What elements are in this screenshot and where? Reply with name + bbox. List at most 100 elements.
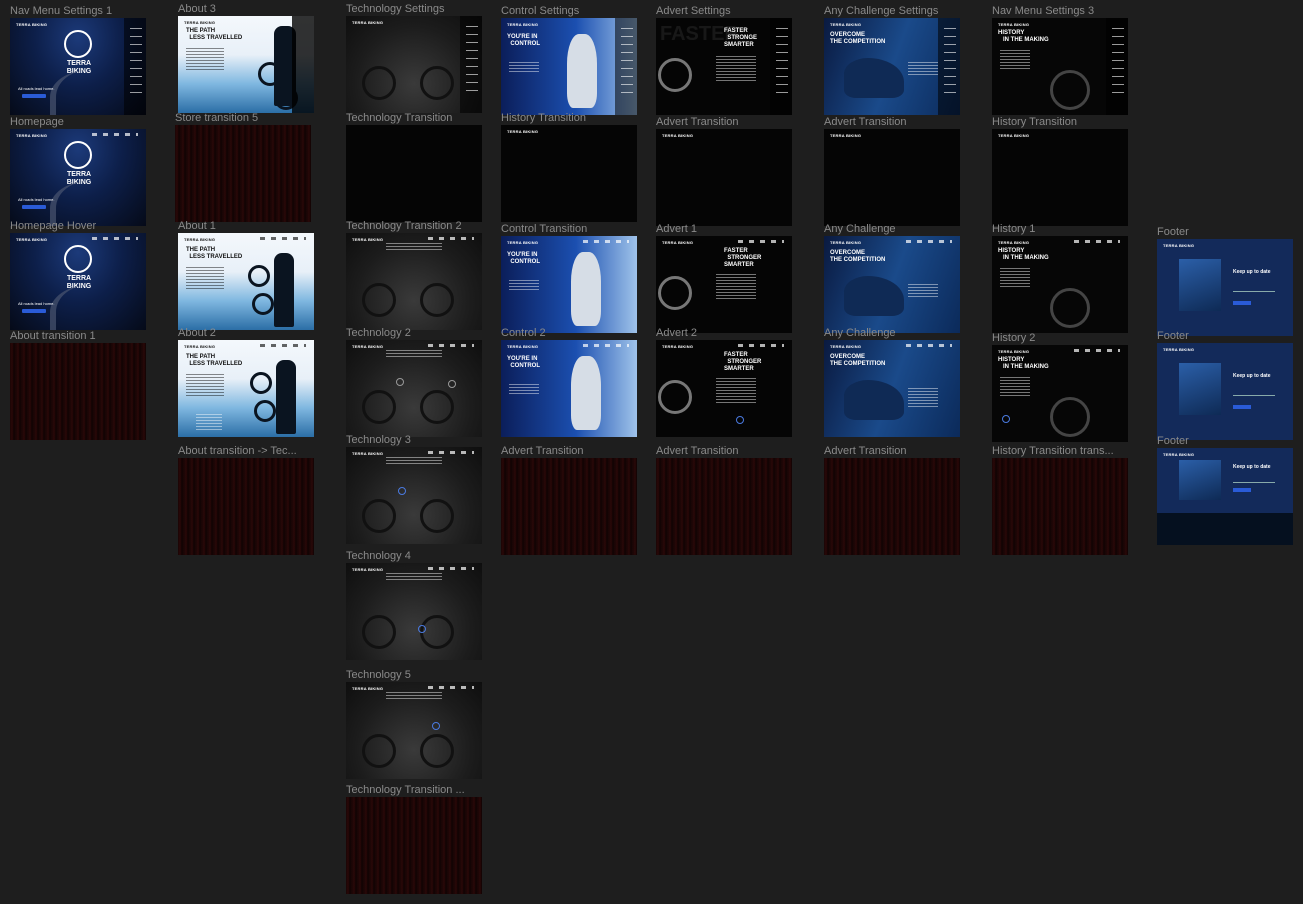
frame-advert-transition-b[interactable]: Advert Transition TERRA BIKING xyxy=(656,116,792,226)
frame-footer-3[interactable]: Footer TERRA BIKING Keep up to date xyxy=(1157,435,1293,545)
frame-thumbnail[interactable]: TERRA BIKING xyxy=(346,682,482,779)
frame-advert-transition-c[interactable]: Advert Transition xyxy=(656,445,792,555)
frame-technology-2[interactable]: Technology 2 TERRA BIKING xyxy=(346,327,482,437)
frame-thumbnail[interactable] xyxy=(346,797,482,894)
frame-label[interactable]: Homepage xyxy=(10,116,64,128)
frame-technology-transition[interactable]: Technology Transition xyxy=(346,112,482,222)
frame-label[interactable]: History 2 xyxy=(992,332,1035,344)
frame-footer-2[interactable]: Footer TERRA BIKING Keep up to date xyxy=(1157,330,1293,440)
frame-thumbnail[interactable]: TERRA BIKING THE PATH LESS TRAVELLED xyxy=(178,233,314,330)
frame-history-transition-2[interactable]: History Transition TERRA BIKING xyxy=(992,116,1128,226)
frame-thumbnail[interactable] xyxy=(656,458,792,555)
frame-about-transition-tec[interactable]: About transition -> Tec... xyxy=(178,445,314,555)
frame-thumbnail[interactable]: TERRA BIKING YOU'RE IN CONTROL xyxy=(501,340,637,437)
frame-label[interactable]: Footer xyxy=(1157,435,1189,447)
frame-thumbnail[interactable]: TERRA BIKING xyxy=(346,447,482,544)
frame-label[interactable]: Footer xyxy=(1157,226,1189,238)
frame-thumbnail[interactable]: TERRA BIKING YOU'RE IN CONTROL xyxy=(501,18,637,115)
frame-history-1[interactable]: History 1 TERRA BIKING HISTORY IN THE MA… xyxy=(992,223,1128,333)
frame-store-transition-5[interactable]: Store transition 5 xyxy=(175,112,311,222)
frame-label[interactable]: History Transition trans... xyxy=(992,445,1114,457)
frame-label[interactable]: Store transition 5 xyxy=(175,112,258,124)
frame-advert-2[interactable]: Advert 2 TERRA BIKING FASTER STRONGER SMA… xyxy=(656,327,792,437)
frame-thumbnail[interactable]: TERRA BIKING Keep up to date xyxy=(1157,239,1293,336)
frame-homepage[interactable]: Homepage TERRA BIKING TERRA BIKING All ro… xyxy=(10,116,146,226)
frame-label[interactable]: History Transition xyxy=(992,116,1077,128)
frame-about-1[interactable]: About 1 TERRA BIKING THE PATH LESS TRAVE… xyxy=(178,220,314,330)
frame-any-challenge-settings[interactable]: Any Challenge Settings TERRA BIKING OVER… xyxy=(824,5,960,115)
frame-thumbnail[interactable]: TERRA BIKING THE PATH LESS TRAVELLED xyxy=(178,16,314,113)
frame-thumbnail[interactable]: TERRA BIKING HISTORY IN THE MAKING xyxy=(992,345,1128,442)
frame-thumbnail[interactable]: TERRA BIKING FASTER STRONGER SMARTER xyxy=(656,340,792,437)
frame-label[interactable]: About 2 xyxy=(178,327,216,339)
frame-thumbnail[interactable] xyxy=(992,458,1128,555)
frame-label[interactable]: Advert Transition xyxy=(824,116,907,128)
frame-control-2[interactable]: Control 2 TERRA BIKING YOU'RE IN CONTROL xyxy=(501,327,637,437)
frame-technology-3[interactable]: Technology 3 TERRA BIKING xyxy=(346,434,482,544)
frame-homepage-hover[interactable]: Homepage Hover TERRA BIKING TERRA BIKING … xyxy=(10,220,146,330)
frame-label[interactable]: Control Settings xyxy=(501,5,579,17)
frame-thumbnail[interactable]: TERRA BIKING xyxy=(346,563,482,660)
frame-label[interactable]: Technology Transition 2 xyxy=(346,220,462,232)
frame-thumbnail[interactable]: TERRA BIKING OVERCOME THE COMPETITION xyxy=(824,340,960,437)
frame-thumbnail[interactable]: TERRA BIKING xyxy=(346,233,482,330)
frame-thumbnail[interactable]: TERRA BIKING Keep up to date xyxy=(1157,343,1293,440)
frame-advert-settings[interactable]: Advert Settings FASTER FASTER STRONGE SMA… xyxy=(656,5,792,115)
frame-label[interactable]: Advert Transition xyxy=(656,116,739,128)
frame-any-challenge-2[interactable]: Any Challenge TERRA BIKING OVERCOME THE C… xyxy=(824,327,960,437)
frame-label[interactable]: Advert Transition xyxy=(501,445,584,457)
frame-thumbnail[interactable]: FASTER FASTER STRONGE SMARTER xyxy=(656,18,792,115)
frame-technology-settings[interactable]: Technology Settings TERRA BIKING xyxy=(346,3,482,113)
frame-label[interactable]: About transition -> Tec... xyxy=(178,445,297,457)
frame-label[interactable]: Technology 5 xyxy=(346,669,411,681)
frame-thumbnail[interactable] xyxy=(501,458,637,555)
frame-label[interactable]: Control Transition xyxy=(501,223,587,235)
frame-history-2[interactable]: History 2 TERRA BIKING HISTORY IN THE MA… xyxy=(992,332,1128,442)
frame-label[interactable]: Technology Transition xyxy=(346,112,452,124)
frame-technology-5[interactable]: Technology 5 TERRA BIKING xyxy=(346,669,482,779)
frame-label[interactable]: Nav Menu Settings 3 xyxy=(992,5,1094,17)
frame-label[interactable]: About 3 xyxy=(178,3,216,15)
frame-technology-transition-end[interactable]: Technology Transition ... xyxy=(346,784,482,894)
frame-thumbnail[interactable]: TERRA BIKING TERRA BIKING All roads lead … xyxy=(10,18,146,115)
frame-label[interactable]: Control 2 xyxy=(501,327,546,339)
frame-thumbnail[interactable] xyxy=(346,125,482,222)
frame-footer-1[interactable]: Footer TERRA BIKING Keep up to date xyxy=(1157,226,1293,336)
frame-technology-4[interactable]: Technology 4 TERRA BIKING xyxy=(346,550,482,660)
frame-thumbnail[interactable]: TERRA BIKING xyxy=(501,125,637,222)
frame-any-challenge[interactable]: Any Challenge TERRA BIKING OVERCOME THE C… xyxy=(824,223,960,333)
frame-thumbnail[interactable]: TERRA BIKING xyxy=(992,129,1128,226)
frame-history-transition-trans[interactable]: History Transition trans... xyxy=(992,445,1128,555)
frame-label[interactable]: Technology 2 xyxy=(346,327,411,339)
frame-thumbnail[interactable]: TERRA BIKING xyxy=(346,16,482,113)
frame-label[interactable]: Any Challenge Settings xyxy=(824,5,938,17)
frame-label[interactable]: Advert Settings xyxy=(656,5,731,17)
frame-control-settings[interactable]: Control Settings TERRA BIKING YOU'RE IN … xyxy=(501,5,637,115)
frame-advert-transition-e[interactable]: Advert Transition xyxy=(824,445,960,555)
frame-history-transition[interactable]: History Transition TERRA BIKING xyxy=(501,112,637,222)
frame-thumbnail[interactable]: TERRA BIKING xyxy=(656,129,792,226)
frame-label[interactable]: Technology Transition ... xyxy=(346,784,465,796)
frame-about-2[interactable]: About 2 TERRA BIKING THE PATH LESS TRAVE… xyxy=(178,327,314,437)
frame-label[interactable]: Footer xyxy=(1157,330,1189,342)
frame-label[interactable]: Advert Transition xyxy=(656,445,739,457)
frame-label[interactable]: Advert 2 xyxy=(656,327,697,339)
frame-label[interactable]: Any Challenge xyxy=(824,327,896,339)
frame-label[interactable]: Technology 4 xyxy=(346,550,411,562)
frame-thumbnail[interactable]: TERRA BIKING TERRA BIKING All roads lead … xyxy=(10,233,146,330)
frame-thumbnail[interactable] xyxy=(178,458,314,555)
frame-thumbnail[interactable]: TERRA BIKING xyxy=(824,129,960,226)
frame-thumbnail[interactable]: TERRA BIKING YOU'RE IN CONTROL xyxy=(501,236,637,333)
frame-thumbnail[interactable]: TERRA BIKING xyxy=(346,340,482,437)
frame-label[interactable]: Homepage Hover xyxy=(10,220,96,232)
frame-label[interactable]: Any Challenge xyxy=(824,223,896,235)
frame-thumbnail[interactable] xyxy=(10,343,146,440)
frame-label[interactable]: Advert Transition xyxy=(824,445,907,457)
frame-nav-menu-settings-1[interactable]: Nav Menu Settings 1 TERRA BIKING TERRA BI… xyxy=(10,5,146,115)
frame-technology-transition-2[interactable]: Technology Transition 2 TERRA BIKING xyxy=(346,220,482,330)
frame-thumbnail[interactable]: TERRA BIKING TERRA BIKING All roads lead … xyxy=(10,129,146,226)
frame-label[interactable]: About transition 1 xyxy=(10,330,96,342)
frame-nav-menu-settings-3[interactable]: Nav Menu Settings 3 TERRA BIKING HISTORY… xyxy=(992,5,1128,115)
frame-label[interactable]: Nav Menu Settings 1 xyxy=(10,5,112,17)
frame-label[interactable]: History 1 xyxy=(992,223,1035,235)
